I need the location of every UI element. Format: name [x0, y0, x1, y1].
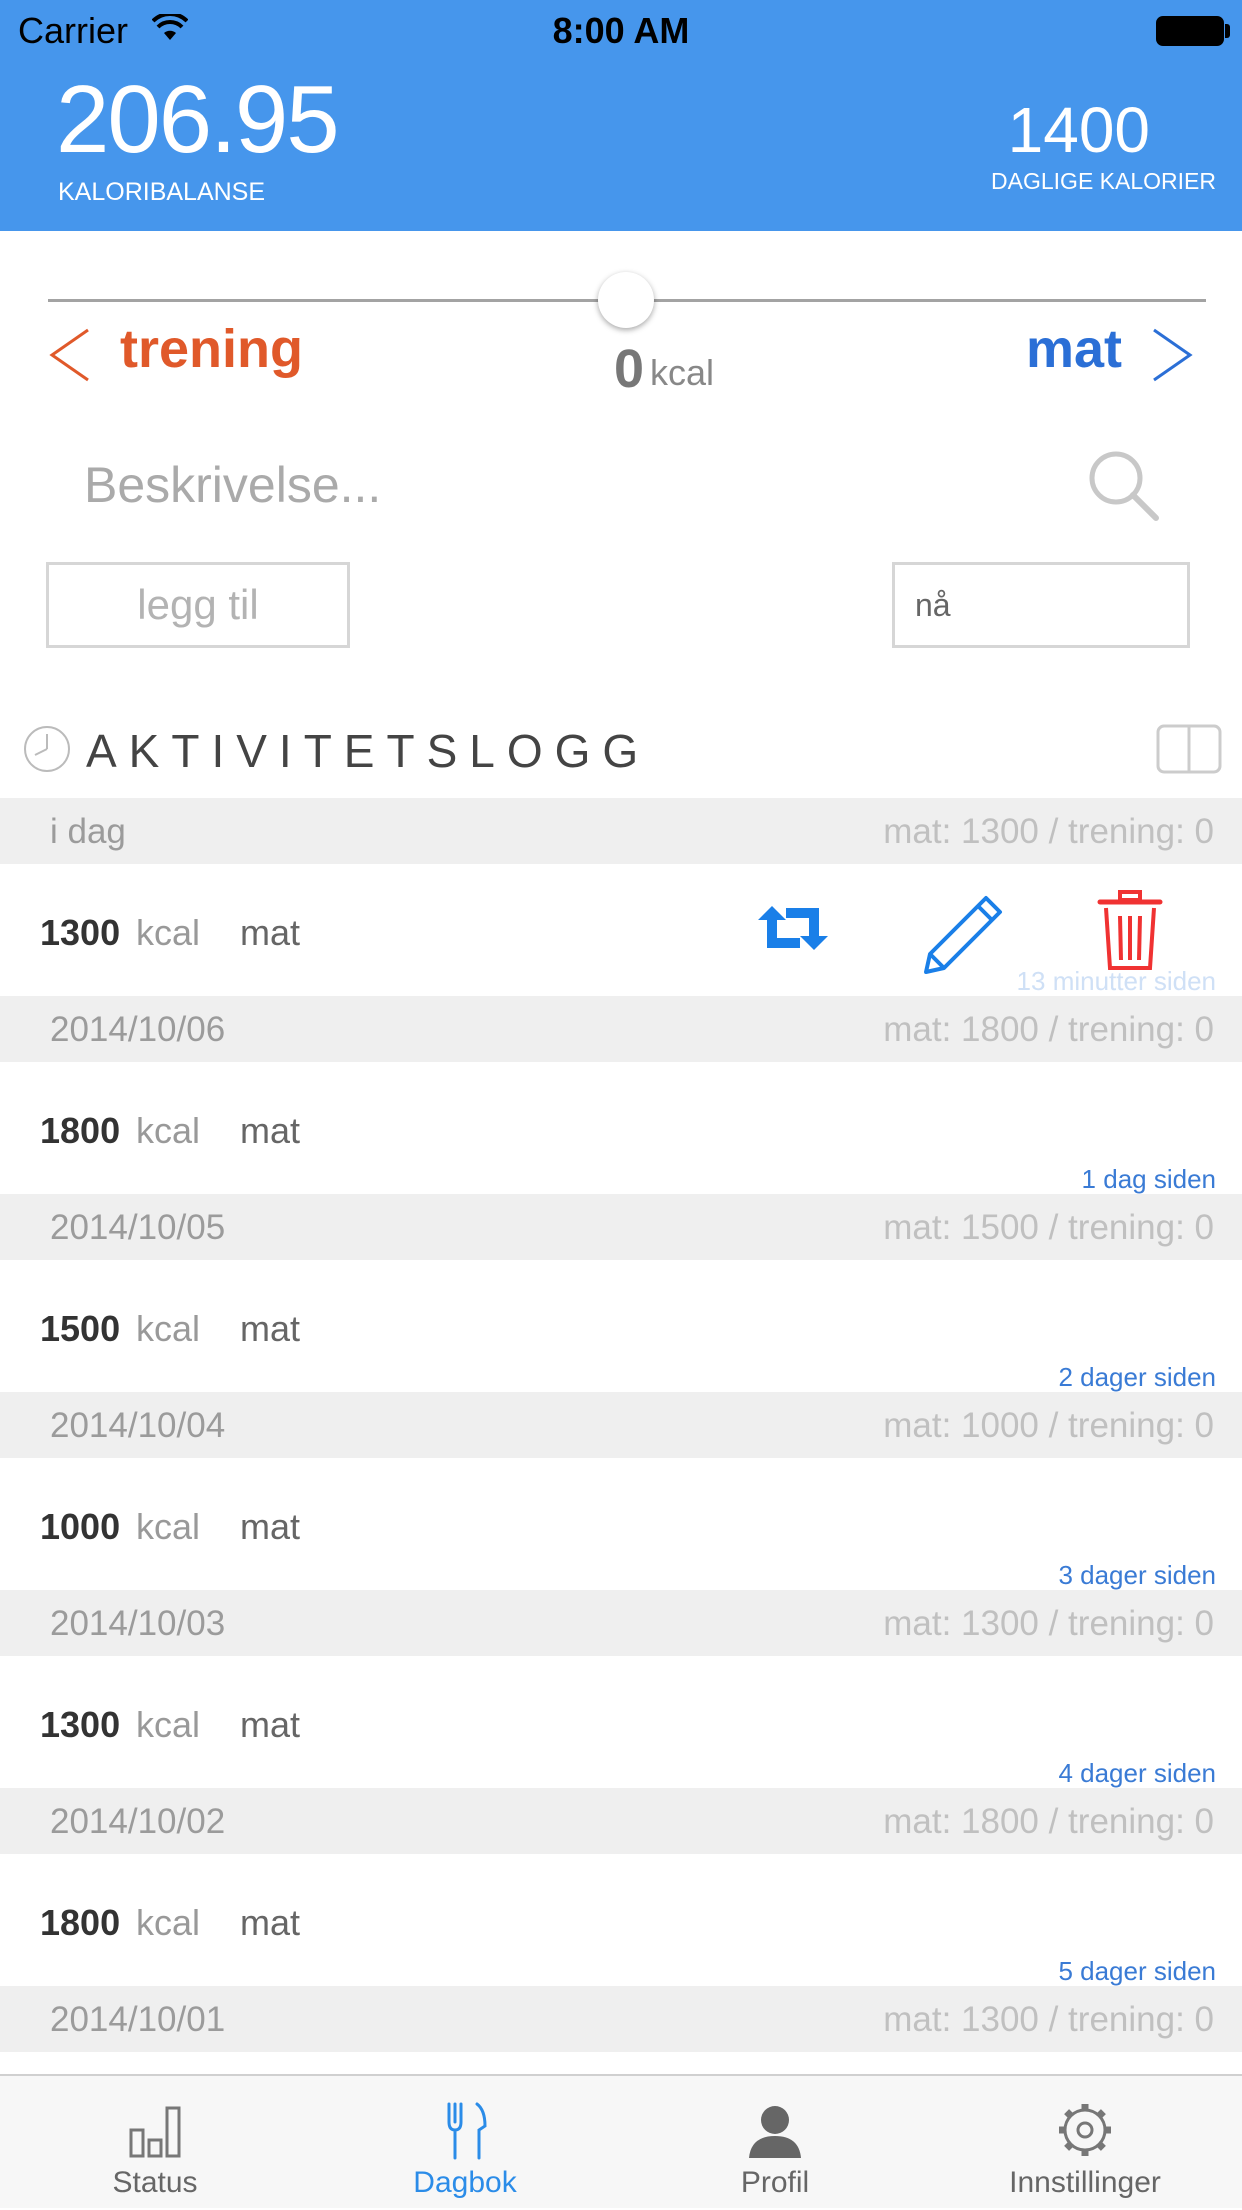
- tab-status[interactable]: Status: [0, 2076, 310, 2210]
- gear-icon: [1059, 2104, 1111, 2156]
- entry-type: mat: [240, 1110, 301, 1151]
- entry-unit: kcal: [136, 1902, 201, 1943]
- section-summary: mat: 1300 / trening: 0: [883, 1604, 1214, 1643]
- daily-calories-label: DAGLIGE KALORIER: [991, 168, 1216, 194]
- entry-type: mat: [240, 912, 301, 953]
- entry-time-ago: 5 dager siden: [1058, 1956, 1216, 1986]
- tab-dagbok-label: Dagbok: [413, 2166, 517, 2199]
- header: Carrier 8:00 AM 206.95 KALORIBALANSE 140…: [0, 0, 1242, 231]
- entry-time-ago: 4 dager siden: [1058, 1758, 1216, 1788]
- entry-time-ago: 1 dag siden: [1081, 1164, 1216, 1194]
- trash-icon[interactable]: [1094, 888, 1166, 972]
- entry-unit: kcal: [136, 912, 201, 953]
- entry-kcal: 1000: [40, 1506, 121, 1547]
- activity-log-title: AKTIVITETSLOGG: [86, 725, 651, 777]
- section-date: 2014/10/04: [50, 1406, 226, 1445]
- tab-innstillinger-label: Innstillinger: [1009, 2166, 1161, 2199]
- tab-dagbok[interactable]: Dagbok: [310, 2076, 620, 2210]
- entry-unit: kcal: [136, 1506, 201, 1547]
- section-summary: mat: 1800 / trening: 0: [883, 1802, 1214, 1841]
- daily-calories-value: 1400: [1007, 94, 1150, 166]
- section-header: 2014/10/03 mat: 1300 / trening: 0: [0, 1590, 1242, 1656]
- search-icon[interactable]: [1086, 448, 1162, 524]
- battery-tip: [1225, 24, 1230, 38]
- tab-innstillinger[interactable]: Innstillinger: [930, 2076, 1240, 2210]
- list-item[interactable]: 1800 kcal mat 1 dag siden: [0, 1062, 1242, 1194]
- entry-unit: kcal: [136, 1704, 201, 1745]
- kcal-value: 0: [614, 339, 645, 399]
- mat-toggle[interactable]: mat: [1026, 318, 1122, 380]
- list-item[interactable]: 1300 kcal mat 13 minutter siden: [0, 864, 1242, 996]
- section-header: 2014/10/05 mat: 1500 / trening: 0: [0, 1194, 1242, 1260]
- list-item[interactable]: 1300 kcal mat 4 dager siden: [0, 1656, 1242, 1788]
- section-header: 2014/10/04 mat: 1000 / trening: 0: [0, 1392, 1242, 1458]
- entry-type: mat: [240, 1902, 301, 1943]
- entry-time-ago: 3 dager siden: [1058, 1560, 1216, 1590]
- entry-type: mat: [240, 1704, 301, 1745]
- section-date: 2014/10/05: [50, 1208, 226, 1247]
- add-button[interactable]: legg til: [46, 562, 350, 648]
- description-input[interactable]: [84, 450, 984, 520]
- entry-kcal: 1800: [40, 1110, 121, 1151]
- tab-profil-label: Profil: [740, 2166, 810, 2199]
- calorie-balance-label: KALORIBALANSE: [58, 178, 266, 206]
- section-date: 2014/10/06: [50, 1010, 226, 1049]
- entry-time-ago: 2 dager siden: [1058, 1362, 1216, 1392]
- section-summary: mat: 1500 / trening: 0: [883, 1208, 1214, 1247]
- fork-knife-icon: [447, 2102, 487, 2160]
- list-item[interactable]: 1800 kcal mat 5 dager siden: [0, 1854, 1242, 1986]
- section-header: i dag mat: 1300 / trening: 0: [0, 798, 1242, 864]
- section-header: 2014/10/02 mat: 1800 / trening: 0: [0, 1788, 1242, 1854]
- entry-kcal: 1500: [40, 1308, 121, 1349]
- calorie-balance-value: 206.95: [56, 66, 340, 173]
- kcal-slider-thumb[interactable]: [598, 272, 654, 328]
- clock-time: 8:00 AM: [552, 10, 690, 51]
- section-summary: mat: 1800 / trening: 0: [883, 1010, 1214, 1049]
- list-item[interactable]: 1500 kcal mat 2 dager siden: [0, 1260, 1242, 1392]
- section-header: 2014/10/06 mat: 1800 / trening: 0: [0, 996, 1242, 1062]
- entry-kcal: 1300: [40, 1704, 121, 1745]
- clock-icon: [24, 726, 70, 772]
- section-summary: mat: 1300 / trening: 0: [883, 812, 1214, 851]
- chevron-left-icon[interactable]: [48, 328, 92, 382]
- entry-unit: kcal: [136, 1110, 201, 1151]
- section-date: 2014/10/03: [50, 1604, 226, 1643]
- book-icon[interactable]: [1156, 724, 1222, 774]
- section-header: 2014/10/01 mat: 1300 / trening: 0: [0, 1986, 1242, 2052]
- entry-kcal: 1800: [40, 1902, 121, 1943]
- bar-chart-icon: [129, 2106, 181, 2158]
- pencil-icon[interactable]: [922, 894, 1004, 976]
- tab-profil[interactable]: Profil: [620, 2076, 930, 2210]
- status-bar: Carrier 8:00 AM: [0, 0, 1242, 62]
- section-date: i dag: [50, 812, 126, 851]
- section-date: 2014/10/02: [50, 1802, 226, 1841]
- list-item[interactable]: 1000 kcal mat 3 dager siden: [0, 1458, 1242, 1590]
- repeat-icon[interactable]: [752, 900, 834, 956]
- person-icon: [749, 2106, 801, 2158]
- tab-status-label: Status: [112, 2166, 198, 2199]
- activity-list: i dag mat: 1300 / trening: 0 1300 kcal m…: [0, 798, 1242, 2076]
- entry-type: mat: [240, 1308, 301, 1349]
- kcal-unit: kcal: [650, 352, 715, 393]
- trening-toggle[interactable]: trening: [120, 318, 303, 380]
- time-field[interactable]: nå: [892, 562, 1190, 648]
- chevron-right-icon[interactable]: [1150, 328, 1194, 382]
- section-date: 2014/10/01: [50, 2000, 226, 2039]
- entry-unit: kcal: [136, 1308, 201, 1349]
- section-summary: mat: 1000 / trening: 0: [883, 1406, 1214, 1445]
- tab-bar: Status Dagbok Profil Innstillinger: [0, 2074, 1242, 2208]
- entry-kcal: 1300: [40, 912, 121, 953]
- entry-type: mat: [240, 1506, 301, 1547]
- section-summary: mat: 1300 / trening: 0: [883, 2000, 1214, 2039]
- entry-time-ago: 13 minutter siden: [1016, 966, 1216, 996]
- battery-icon: [1156, 16, 1224, 46]
